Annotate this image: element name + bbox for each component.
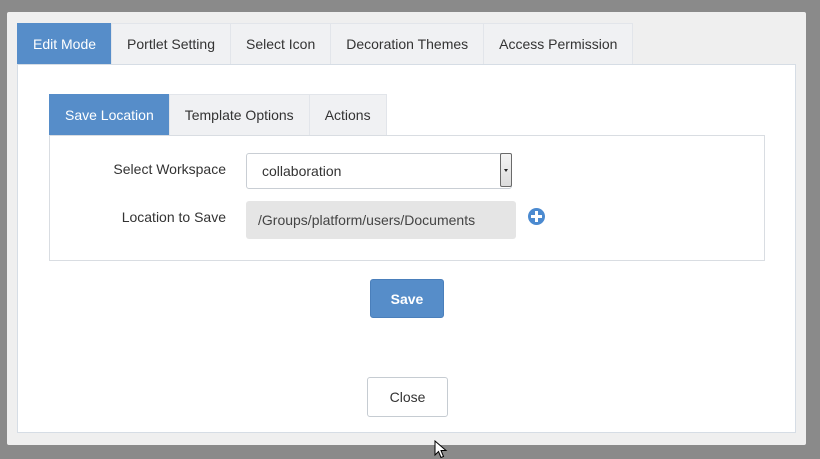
tab-access-permission[interactable]: Access Permission: [483, 23, 634, 64]
workspace-select-value: collaboration: [262, 163, 342, 179]
tab-portlet-setting[interactable]: Portlet Setting: [111, 23, 231, 64]
save-button[interactable]: Save: [370, 279, 444, 318]
tab-actions[interactable]: Actions: [308, 94, 387, 135]
tab-edit-mode[interactable]: Edit Mode: [17, 23, 113, 64]
outer-tab-bar: Edit Mode Portlet Setting Select Icon De…: [17, 23, 634, 65]
workspace-select[interactable]: collaboration: [246, 153, 512, 189]
plus-circle-icon[interactable]: [528, 208, 545, 225]
tab-save-location[interactable]: Save Location: [49, 94, 170, 135]
edit-mode-panel: Save Location Template Options Actions S…: [17, 64, 796, 433]
location-path-field: /Groups/platform/users/Documents: [246, 201, 516, 239]
modal-dialog: Save Location Template Options Actions S…: [7, 12, 806, 445]
mouse-pointer-icon: [434, 440, 448, 459]
tab-template-options[interactable]: Template Options: [168, 94, 310, 135]
workspace-label: Select Workspace: [113, 161, 226, 177]
chevron-down-icon[interactable]: [500, 153, 512, 187]
save-location-panel: Select Workspace collaboration Location …: [49, 135, 765, 261]
tab-select-icon[interactable]: Select Icon: [229, 23, 332, 64]
inner-tab-bar: Save Location Template Options Actions: [49, 94, 387, 135]
close-button[interactable]: Close: [367, 377, 448, 417]
location-label: Location to Save: [121, 209, 226, 225]
tab-decoration-themes[interactable]: Decoration Themes: [330, 23, 485, 64]
